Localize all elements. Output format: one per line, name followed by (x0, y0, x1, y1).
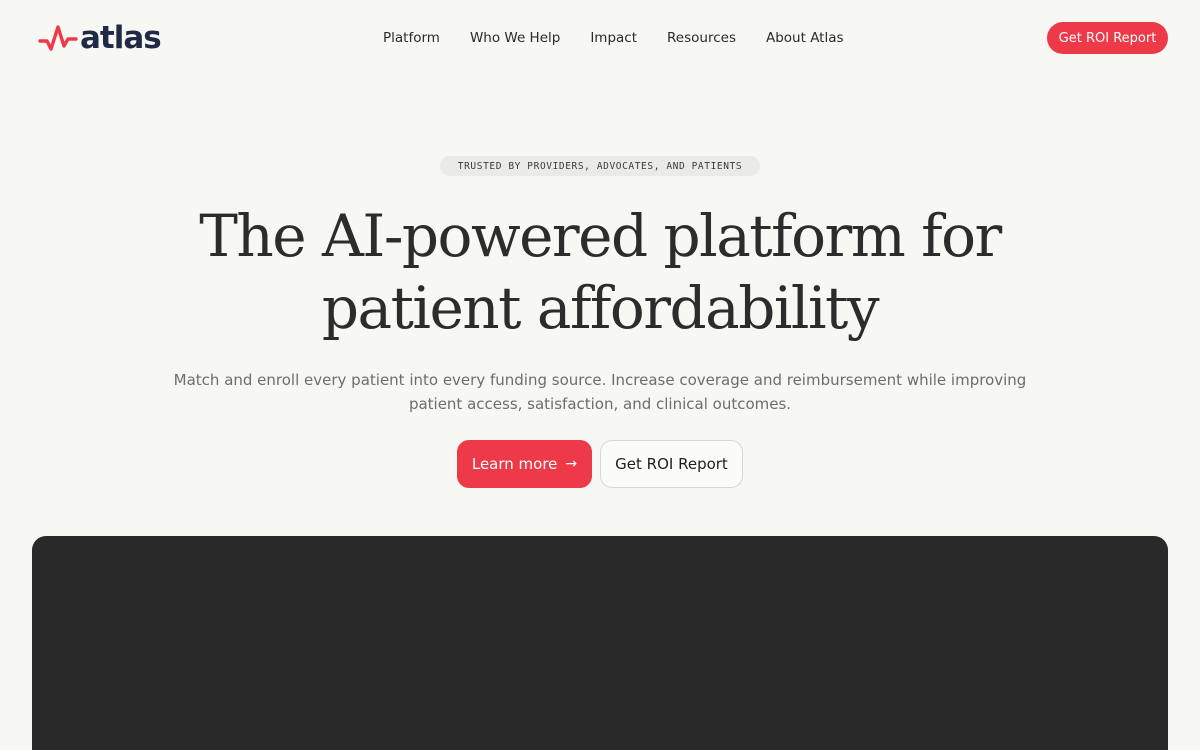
pulse-icon (38, 25, 78, 51)
nav-roi-report-button[interactable]: Get ROI Report (1047, 22, 1168, 54)
brand-name: atlas (80, 20, 162, 56)
nav-item-who-we-help[interactable]: Who We Help (470, 30, 560, 46)
top-nav: atlas Platform Who We Help Impact Resour… (0, 0, 1200, 76)
learn-more-button[interactable]: Learn more → (457, 440, 592, 488)
learn-more-label: Learn more (471, 455, 558, 473)
get-roi-report-button[interactable]: Get ROI Report (600, 440, 743, 488)
hero-headline-line-1: The AI-powered platform for (199, 202, 1002, 270)
hero-subhead: Match and enroll every patient into ever… (173, 371, 1027, 413)
nav-item-impact[interactable]: Impact (590, 30, 637, 46)
main-menu: Platform Who We Help Impact Resources Ab… (383, 28, 874, 48)
hero-headline: The AI-powered platform for patient affo… (100, 200, 1100, 344)
nav-item-about-atlas[interactable]: About Atlas (766, 30, 844, 46)
nav-item-platform[interactable]: Platform (383, 30, 440, 46)
trust-badge: TRUSTED BY PROVIDERS, ADVOCATES, AND PAT… (440, 156, 760, 176)
brand-logo[interactable]: atlas (38, 18, 162, 58)
nav-item-resources[interactable]: Resources (667, 30, 736, 46)
arrow-right-icon: → (565, 456, 578, 472)
hero-headline-line-2: patient affordability (321, 274, 880, 342)
hero-media-panel (32, 536, 1168, 750)
